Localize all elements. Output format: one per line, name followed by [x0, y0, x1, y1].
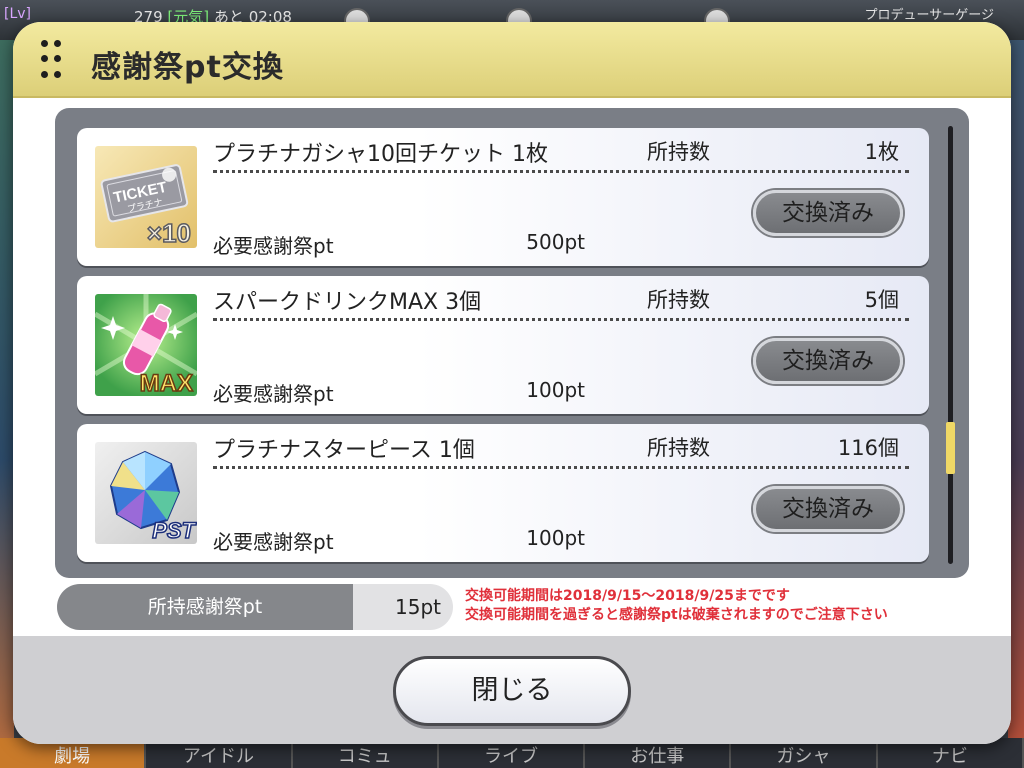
required-points-value: 500pt — [526, 230, 585, 254]
dialog-title: 感謝祭pt交換 — [91, 50, 284, 85]
required-points-value: 100pt — [526, 526, 585, 550]
svg-text:MAX: MAX — [140, 370, 193, 396]
exchange-period-notice: 交換可能期間は2018/9/15～2018/9/25までです 交換可能期間を過ぎ… — [465, 587, 888, 625]
owned-points-value: 15pt — [395, 595, 441, 619]
grip-icon — [41, 40, 63, 82]
dotted-divider — [213, 466, 909, 469]
list-item: TICKET プラチナ ×10 プラチナガシャ10回チケット 1枚 所持数 1枚… — [77, 128, 929, 266]
holding-label: 所持数 — [647, 288, 710, 312]
ticket-icon: TICKET プラチナ ×10 — [95, 146, 197, 248]
dotted-divider — [213, 170, 909, 173]
dotted-divider — [213, 318, 909, 321]
exchanged-button[interactable]: 交換済み — [753, 486, 903, 532]
svg-text:PST: PST — [152, 518, 196, 543]
dialog-footer: 閉じる — [13, 636, 1011, 744]
required-points-label: 必要感謝祭pt — [213, 530, 334, 554]
exchanged-button[interactable]: 交換済み — [753, 190, 903, 236]
notice-line: 交換可能期間は2018/9/15～2018/9/25までです — [465, 588, 790, 604]
holding-value: 116個 — [837, 436, 899, 460]
item-name: プラチナガシャ10回チケット 1枚 — [213, 142, 548, 167]
dialog-header: 感謝祭pt交換 — [13, 22, 1011, 98]
holding-label: 所持数 — [647, 436, 710, 460]
item-name: スパークドリンクMAX 3個 — [213, 290, 482, 315]
gem-icon: PST — [95, 442, 197, 544]
required-points-label: 必要感謝祭pt — [213, 382, 334, 406]
holding-value: 5個 — [864, 288, 899, 312]
notice-line: 交換可能期間を過ぎると感謝祭ptは破棄されますのでご注意下さい — [465, 607, 888, 623]
svg-text:×10: ×10 — [147, 218, 191, 248]
required-points-label: 必要感謝祭pt — [213, 234, 334, 258]
exchange-list[interactable]: TICKET プラチナ ×10 プラチナガシャ10回チケット 1枚 所持数 1枚… — [55, 108, 969, 578]
owned-points-label: 所持感謝祭pt — [57, 584, 353, 630]
drink-icon: MAX — [95, 294, 197, 396]
holding-label: 所持数 — [647, 140, 710, 164]
item-name: プラチナスターピース 1個 — [213, 438, 475, 463]
scrollbar-track[interactable] — [948, 126, 953, 564]
producer-gauge-label: プロデューサーゲージ — [864, 8, 994, 23]
holding-value: 1枚 — [864, 140, 899, 164]
required-points-value: 100pt — [526, 378, 585, 402]
exchanged-button[interactable]: 交換済み — [753, 338, 903, 384]
list-item: PST プラチナスターピース 1個 所持数 116個 必要感謝祭pt 100pt… — [77, 424, 929, 562]
owned-points-bar: 所持感謝祭pt 15pt — [57, 584, 453, 630]
list-item: MAX スパークドリンクMAX 3個 所持数 5個 必要感謝祭pt 100pt … — [77, 276, 929, 414]
close-button[interactable]: 閉じる — [393, 656, 631, 726]
level-label: [Lv] — [4, 6, 32, 22]
scrollbar-thumb[interactable] — [946, 422, 955, 474]
background-left-edge — [0, 40, 14, 740]
exchange-dialog: 感謝祭pt交換 TICKET プラチナ ×10 プラチナガシャ10回チケット 1… — [13, 22, 1011, 744]
